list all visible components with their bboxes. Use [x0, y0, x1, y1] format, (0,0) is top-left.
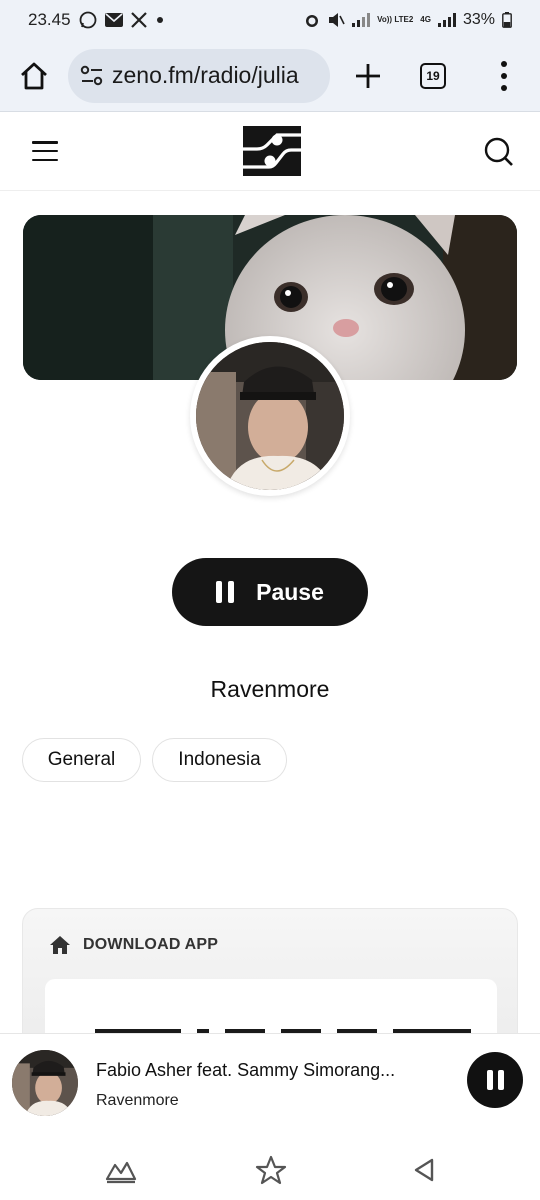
mini-player[interactable]: Fabio Asher feat. Sammy Simorang... Rave… [0, 1033, 540, 1143]
pause-button[interactable]: Pause [172, 558, 368, 626]
volte-icon: Vo)) LTE2 [377, 15, 414, 24]
station-name: Ravenmore [210, 676, 330, 702]
hamburger-line [32, 158, 58, 161]
tab-count: 19 [426, 68, 440, 83]
tab-switcher-button[interactable]: 19 [420, 62, 446, 89]
hamburger-menu-button[interactable] [32, 141, 58, 161]
download-app-title: DOWNLOAD APP [83, 936, 219, 953]
hamburger-line [32, 141, 58, 144]
tag-general[interactable]: General [22, 738, 141, 782]
signal-icon [352, 13, 371, 27]
back-icon[interactable] [408, 1155, 440, 1185]
menu-dot [501, 84, 507, 91]
system-navigation-bar [0, 1143, 540, 1200]
tag-indonesia[interactable]: Indonesia [152, 738, 287, 782]
site-settings-icon[interactable] [80, 65, 104, 87]
now-playing-title: Fabio Asher feat. Sammy Simorang... [96, 1060, 396, 1080]
x-icon [130, 12, 147, 28]
recents-icon[interactable] [105, 1155, 137, 1185]
hamburger-line [32, 149, 58, 153]
address-bar[interactable]: zeno.fm/radio/julia [68, 48, 330, 103]
dot-icon [155, 15, 165, 25]
pause-bar [486, 1070, 493, 1090]
now-playing-station: Ravenmore [96, 1092, 179, 1109]
mute-icon [327, 12, 345, 28]
url-text[interactable]: zeno.fm/radio/julia [112, 62, 299, 89]
signal-icon [437, 13, 456, 27]
site-header [0, 113, 540, 191]
battery-percent: 33% [462, 11, 495, 28]
plus-icon [356, 63, 380, 88]
zeno-logo[interactable] [243, 126, 301, 176]
browser-menu-button[interactable] [500, 60, 508, 91]
home-icon [50, 936, 70, 954]
home-star-icon[interactable] [255, 1155, 287, 1185]
pause-label: Pause [256, 578, 324, 605]
status-left: 23.45 [28, 10, 165, 30]
status-bar: 23.45 Vo)) LTE2 4G 33% [0, 0, 540, 40]
pause-bar [216, 581, 223, 603]
home-button[interactable] [14, 56, 54, 96]
mini-player-pause-button[interactable] [467, 1052, 523, 1108]
mail-icon [104, 13, 123, 27]
pause-bar [497, 1070, 504, 1090]
search-icon[interactable] [484, 137, 514, 167]
status-right: Vo)) LTE2 4G 33% [304, 11, 512, 29]
home-icon [21, 62, 47, 89]
alarm-icon [304, 12, 320, 28]
new-tab-button[interactable] [350, 58, 386, 94]
browser-toolbar: zeno.fm/radio/julia 19 [0, 40, 540, 112]
menu-dot [501, 72, 507, 79]
status-time: 23.45 [28, 10, 71, 29]
whatsapp-icon [79, 11, 97, 29]
menu-dot [501, 60, 507, 67]
download-app-header: DOWNLOAD APP [49, 935, 218, 955]
pause-bar [228, 581, 235, 603]
station-avatar [190, 336, 350, 496]
mini-player-avatar [12, 1050, 78, 1116]
pause-icon [216, 581, 235, 603]
4g-icon: 4G [420, 15, 431, 24]
battery-icon [502, 12, 512, 28]
